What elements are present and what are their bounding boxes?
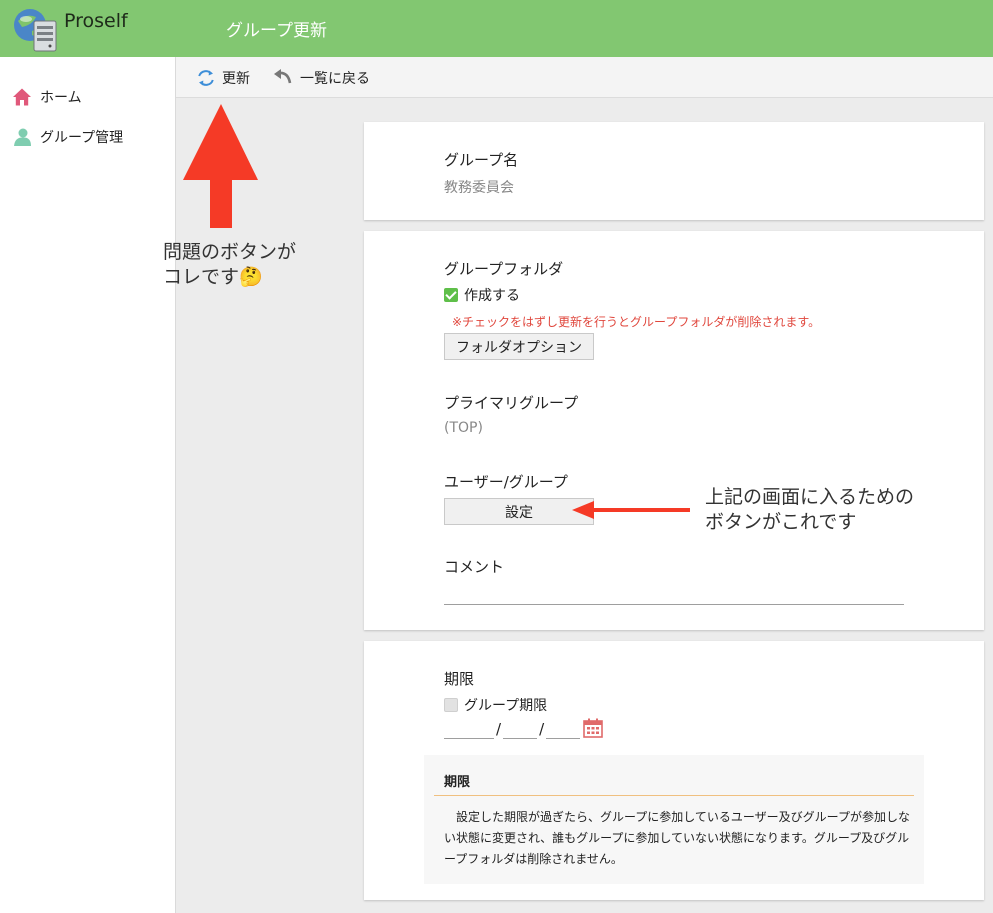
group-expiry-checkbox-label: グループ期限 <box>464 698 548 714</box>
folder-warning-text: ※チェックをはずし更新を行うとグループフォルダが削除されます。 <box>452 315 821 329</box>
date-separator: / <box>539 720 545 738</box>
folder-options-button[interactable]: フォルダオプション <box>444 333 594 360</box>
expiry-info-box: 期限 設定した期限が過ぎたら、グループに参加しているユーザー及びグループが参加し… <box>424 755 924 884</box>
primary-group-value: (TOP) <box>444 420 483 436</box>
sidebar-item-home[interactable]: ホーム <box>12 85 82 109</box>
comment-label: コメント <box>444 558 505 576</box>
divider <box>434 795 914 796</box>
annotation-line: 上記の画面に入るための <box>705 486 915 508</box>
app-header: Proself グループ更新 <box>0 0 993 57</box>
group-name-value: 教務委員会 <box>444 180 514 196</box>
group-settings-card: グループフォルダ 作成する ※チェックをはずし更新を行うとグループフォルダが削除… <box>364 231 984 630</box>
refresh-icon <box>198 70 214 86</box>
back-to-list-button[interactable]: 一覧に戻る <box>272 67 370 89</box>
comment-input[interactable] <box>444 583 904 605</box>
expiry-card: 期限 グループ期限 / / 期限 設定した期限が過ぎたら、グループに参加している… <box>364 641 984 900</box>
user-icon <box>14 128 31 146</box>
annotation-problem-button-note: 問題のボタンが コレです🤔 <box>163 240 296 290</box>
back-to-list-label: 一覧に戻る <box>300 71 370 87</box>
expiry-label: 期限 <box>444 670 475 688</box>
back-arrow-icon <box>274 69 292 84</box>
annotation-up-arrow-icon <box>183 104 258 228</box>
expiry-month-field[interactable] <box>503 719 538 739</box>
proself-logo-icon <box>14 9 57 52</box>
create-folder-checkbox[interactable]: 作成する <box>444 285 520 305</box>
checkbox-checked-icon <box>444 288 458 302</box>
expiry-day-field[interactable] <box>546 719 581 739</box>
group-name-label: グループ名 <box>444 151 519 169</box>
sidebar: ホーム グループ管理 <box>0 57 176 913</box>
annotation-settings-button-note: 上記の画面に入るための ボタンがこれです <box>705 485 914 535</box>
sidebar-item-label: グループ管理 <box>40 130 124 146</box>
expiry-info-text: 設定した期限が過ぎたら、グループに参加しているユーザー及びグループが参加しない状… <box>444 810 910 866</box>
expiry-info-title: 期限 <box>444 775 471 790</box>
app-name: Proself <box>64 10 128 32</box>
date-separator: / <box>496 720 502 738</box>
group-name-card: グループ名 教務委員会 <box>364 122 984 220</box>
expiry-date-input: / / <box>444 717 604 739</box>
calendar-icon[interactable] <box>582 717 604 739</box>
sidebar-item-label: ホーム <box>40 90 82 106</box>
home-icon <box>13 88 31 106</box>
annotation-line: コレです🤔 <box>163 266 263 288</box>
annotation-line: ボタンがこれです <box>705 511 857 533</box>
refresh-label: 更新 <box>222 71 250 87</box>
annotation-left-arrow-icon <box>572 501 690 519</box>
refresh-button[interactable]: 更新 <box>196 67 250 89</box>
users-groups-label: ユーザー/グループ <box>444 473 568 491</box>
annotation-line: 問題のボタンが <box>163 241 297 263</box>
create-folder-label: 作成する <box>464 288 520 304</box>
group-folder-label: グループフォルダ <box>444 260 564 278</box>
group-expiry-checkbox[interactable]: グループ期限 <box>444 695 547 715</box>
primary-group-label: プライマリグループ <box>444 394 579 412</box>
toolbar: 更新 一覧に戻る <box>176 57 993 98</box>
sidebar-item-group-management[interactable]: グループ管理 <box>12 125 123 149</box>
checkbox-unchecked-icon <box>444 698 458 712</box>
expiry-year-field[interactable] <box>444 719 494 739</box>
page-title: グループ更新 <box>226 21 327 41</box>
